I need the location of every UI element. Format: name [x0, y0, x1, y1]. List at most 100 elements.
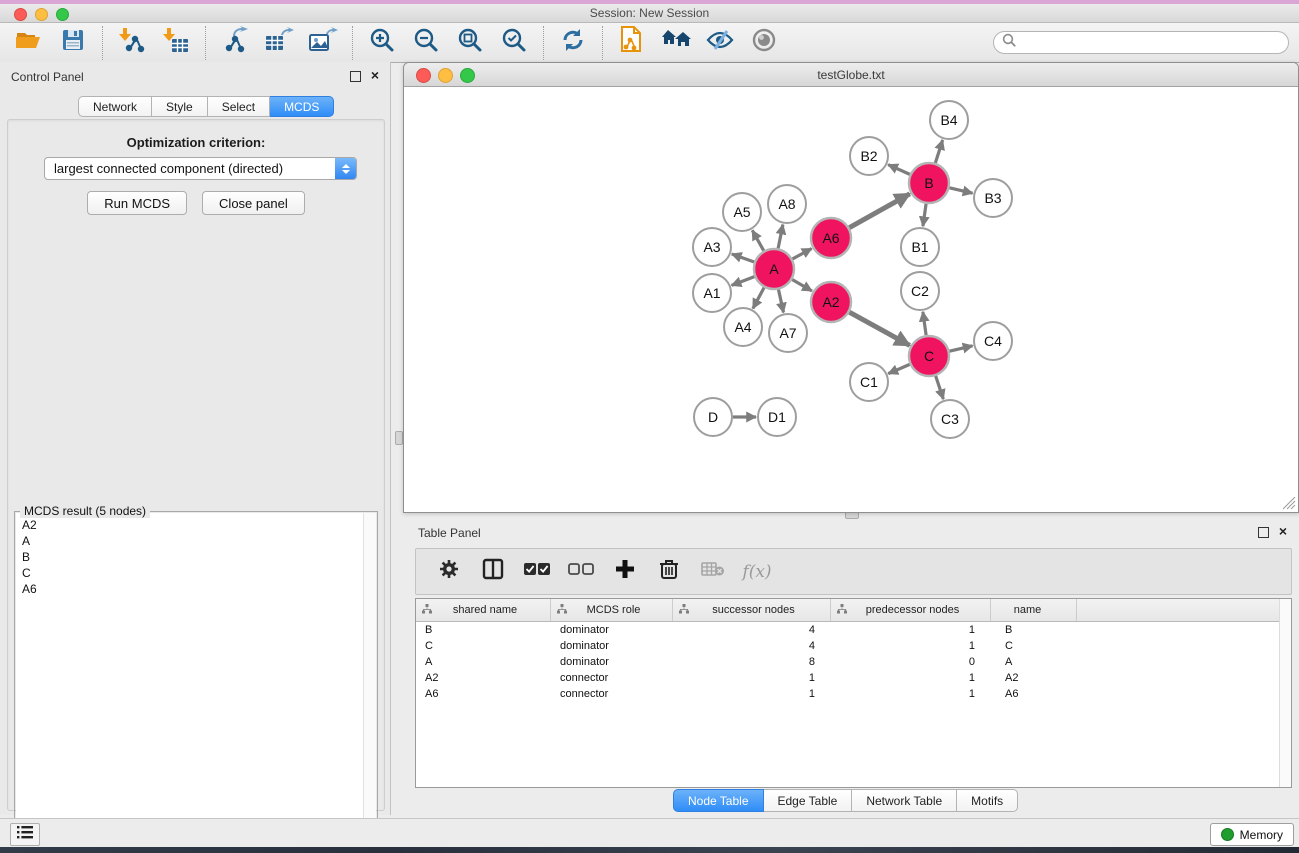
node-C2[interactable]: C2	[901, 272, 939, 310]
float-panel-icon[interactable]	[350, 71, 361, 82]
close-table-panel-icon[interactable]: ×	[1279, 522, 1287, 540]
network-window-titlebar[interactable]: testGlobe.txt	[404, 63, 1298, 87]
edge-B-B1[interactable]	[923, 204, 926, 226]
column-header-predecessor-nodes[interactable]: predecessor nodes	[831, 599, 991, 621]
node-A3[interactable]: A3	[693, 228, 731, 266]
tab-style[interactable]: Style	[152, 96, 208, 117]
table-row[interactable]: A2connector11A2	[416, 670, 1291, 686]
cybrowser-home-button[interactable]	[657, 27, 695, 59]
delete-table-button[interactable]	[698, 557, 728, 587]
edge-A2-C[interactable]	[849, 312, 909, 345]
node-A1[interactable]: A1	[693, 274, 731, 312]
mcds-result-list[interactable]: A2ABCA6	[16, 513, 376, 851]
node-C[interactable]: C	[909, 336, 949, 376]
node-A[interactable]: A	[754, 249, 794, 289]
left-splitter-handle[interactable]	[395, 431, 403, 445]
criterion-dropdown[interactable]: largest connected component (directed)	[44, 157, 357, 180]
result-list-item[interactable]: C	[16, 565, 376, 581]
float-table-panel-icon[interactable]	[1258, 527, 1269, 538]
edge-C-C2[interactable]	[923, 312, 926, 335]
show-column-panel-button[interactable]	[478, 557, 508, 587]
close-panel-icon[interactable]: ×	[371, 66, 379, 84]
node-A8[interactable]: A8	[768, 185, 806, 223]
node-B[interactable]: B	[909, 163, 949, 203]
function-builder-button[interactable]: f(x)	[742, 557, 772, 587]
table-settings-button[interactable]	[434, 557, 464, 587]
zoom-fit-button[interactable]	[451, 27, 489, 59]
node-B2[interactable]: B2	[850, 137, 888, 175]
result-list-item[interactable]: A	[16, 533, 376, 549]
edge-A-A1[interactable]	[732, 277, 755, 286]
zoom-out-button[interactable]	[407, 27, 445, 59]
node-C1[interactable]: C1	[850, 363, 888, 401]
window-resize-grip[interactable]	[1283, 497, 1296, 510]
table-row[interactable]: Adominator80A	[416, 654, 1291, 670]
node-A4[interactable]: A4	[724, 308, 762, 346]
node-C3[interactable]: C3	[931, 400, 969, 438]
import-network-button[interactable]	[113, 27, 151, 59]
table-row[interactable]: A6connector11A6	[416, 686, 1291, 702]
column-header-shared-name[interactable]: shared name	[416, 599, 551, 621]
node-table[interactable]: shared nameMCDS rolesuccessor nodesprede…	[415, 598, 1292, 788]
edge-A-A5[interactable]	[752, 230, 763, 250]
edge-C-C1[interactable]	[888, 364, 909, 373]
node-C4[interactable]: C4	[974, 322, 1012, 360]
result-list-item[interactable]: A2	[16, 517, 376, 533]
column-header-successor-nodes[interactable]: successor nodes	[673, 599, 831, 621]
hide-graphics-details-button[interactable]	[701, 27, 739, 59]
import-table-button[interactable]	[157, 27, 195, 59]
tab-mcds[interactable]: MCDS	[270, 96, 334, 117]
node-D1[interactable]: D1	[758, 398, 796, 436]
node-A6[interactable]: A6	[811, 218, 851, 258]
clone-network-button[interactable]	[613, 27, 651, 59]
run-mcds-button[interactable]: Run MCDS	[87, 191, 187, 215]
tab-network[interactable]: Network	[78, 96, 152, 117]
edge-A-A6[interactable]	[792, 249, 811, 259]
node-B1[interactable]: B1	[901, 228, 939, 266]
show-graphics-details-button[interactable]	[745, 27, 783, 59]
edge-A-A8[interactable]	[778, 225, 783, 249]
export-table-button[interactable]	[260, 27, 298, 59]
export-image-button[interactable]	[304, 27, 342, 59]
tab-motifs[interactable]: Motifs	[957, 789, 1018, 812]
table-scrollbar[interactable]	[1279, 599, 1291, 787]
deselect-all-columns-button[interactable]	[566, 557, 596, 587]
tab-node-table[interactable]: Node Table	[673, 789, 764, 812]
search-input[interactable]	[1022, 35, 1280, 51]
export-network-button[interactable]	[216, 27, 254, 59]
edge-A-A4[interactable]	[753, 288, 764, 309]
node-B4[interactable]: B4	[930, 101, 968, 139]
result-list-item[interactable]: A6	[16, 581, 376, 597]
open-session-button[interactable]	[10, 27, 48, 59]
edge-A-A3[interactable]	[732, 254, 754, 262]
select-all-columns-button[interactable]	[522, 557, 552, 587]
column-header-name[interactable]: name	[991, 599, 1077, 621]
delete-column-button[interactable]	[654, 557, 684, 587]
edge-C-C3[interactable]	[936, 376, 944, 399]
node-D[interactable]: D	[694, 398, 732, 436]
result-list-item[interactable]: B	[16, 549, 376, 565]
tab-edge-table[interactable]: Edge Table	[764, 789, 853, 812]
edge-B-B2[interactable]	[888, 165, 910, 175]
zoom-in-button[interactable]	[363, 27, 401, 59]
node-A5[interactable]: A5	[723, 193, 761, 231]
table-row[interactable]: Cdominator41C	[416, 638, 1291, 654]
zoom-selected-button[interactable]	[495, 27, 533, 59]
task-history-button[interactable]	[10, 823, 40, 846]
create-column-button[interactable]	[610, 557, 640, 587]
tab-select[interactable]: Select	[208, 96, 270, 117]
table-row[interactable]: Bdominator41B	[416, 622, 1291, 638]
node-A2[interactable]: A2	[811, 282, 851, 322]
tab-network-table[interactable]: Network Table	[852, 789, 957, 812]
column-header-MCDS-role[interactable]: MCDS role	[551, 599, 673, 621]
network-canvas[interactable]: B4B2BB3B1A5A8A6A3AA1A2C2A4A7C4CC1C3DD1	[405, 87, 1297, 512]
edge-A6-B[interactable]	[849, 194, 910, 228]
refresh-view-button[interactable]	[554, 27, 592, 59]
edge-B-B3[interactable]	[949, 188, 972, 193]
node-A7[interactable]: A7	[769, 314, 807, 352]
edge-A-A2[interactable]	[792, 280, 812, 291]
save-session-button[interactable]	[54, 27, 92, 59]
result-list-scrollbar[interactable]	[363, 513, 376, 851]
edge-A-A7[interactable]	[778, 290, 783, 313]
edge-B-B4[interactable]	[935, 140, 942, 163]
